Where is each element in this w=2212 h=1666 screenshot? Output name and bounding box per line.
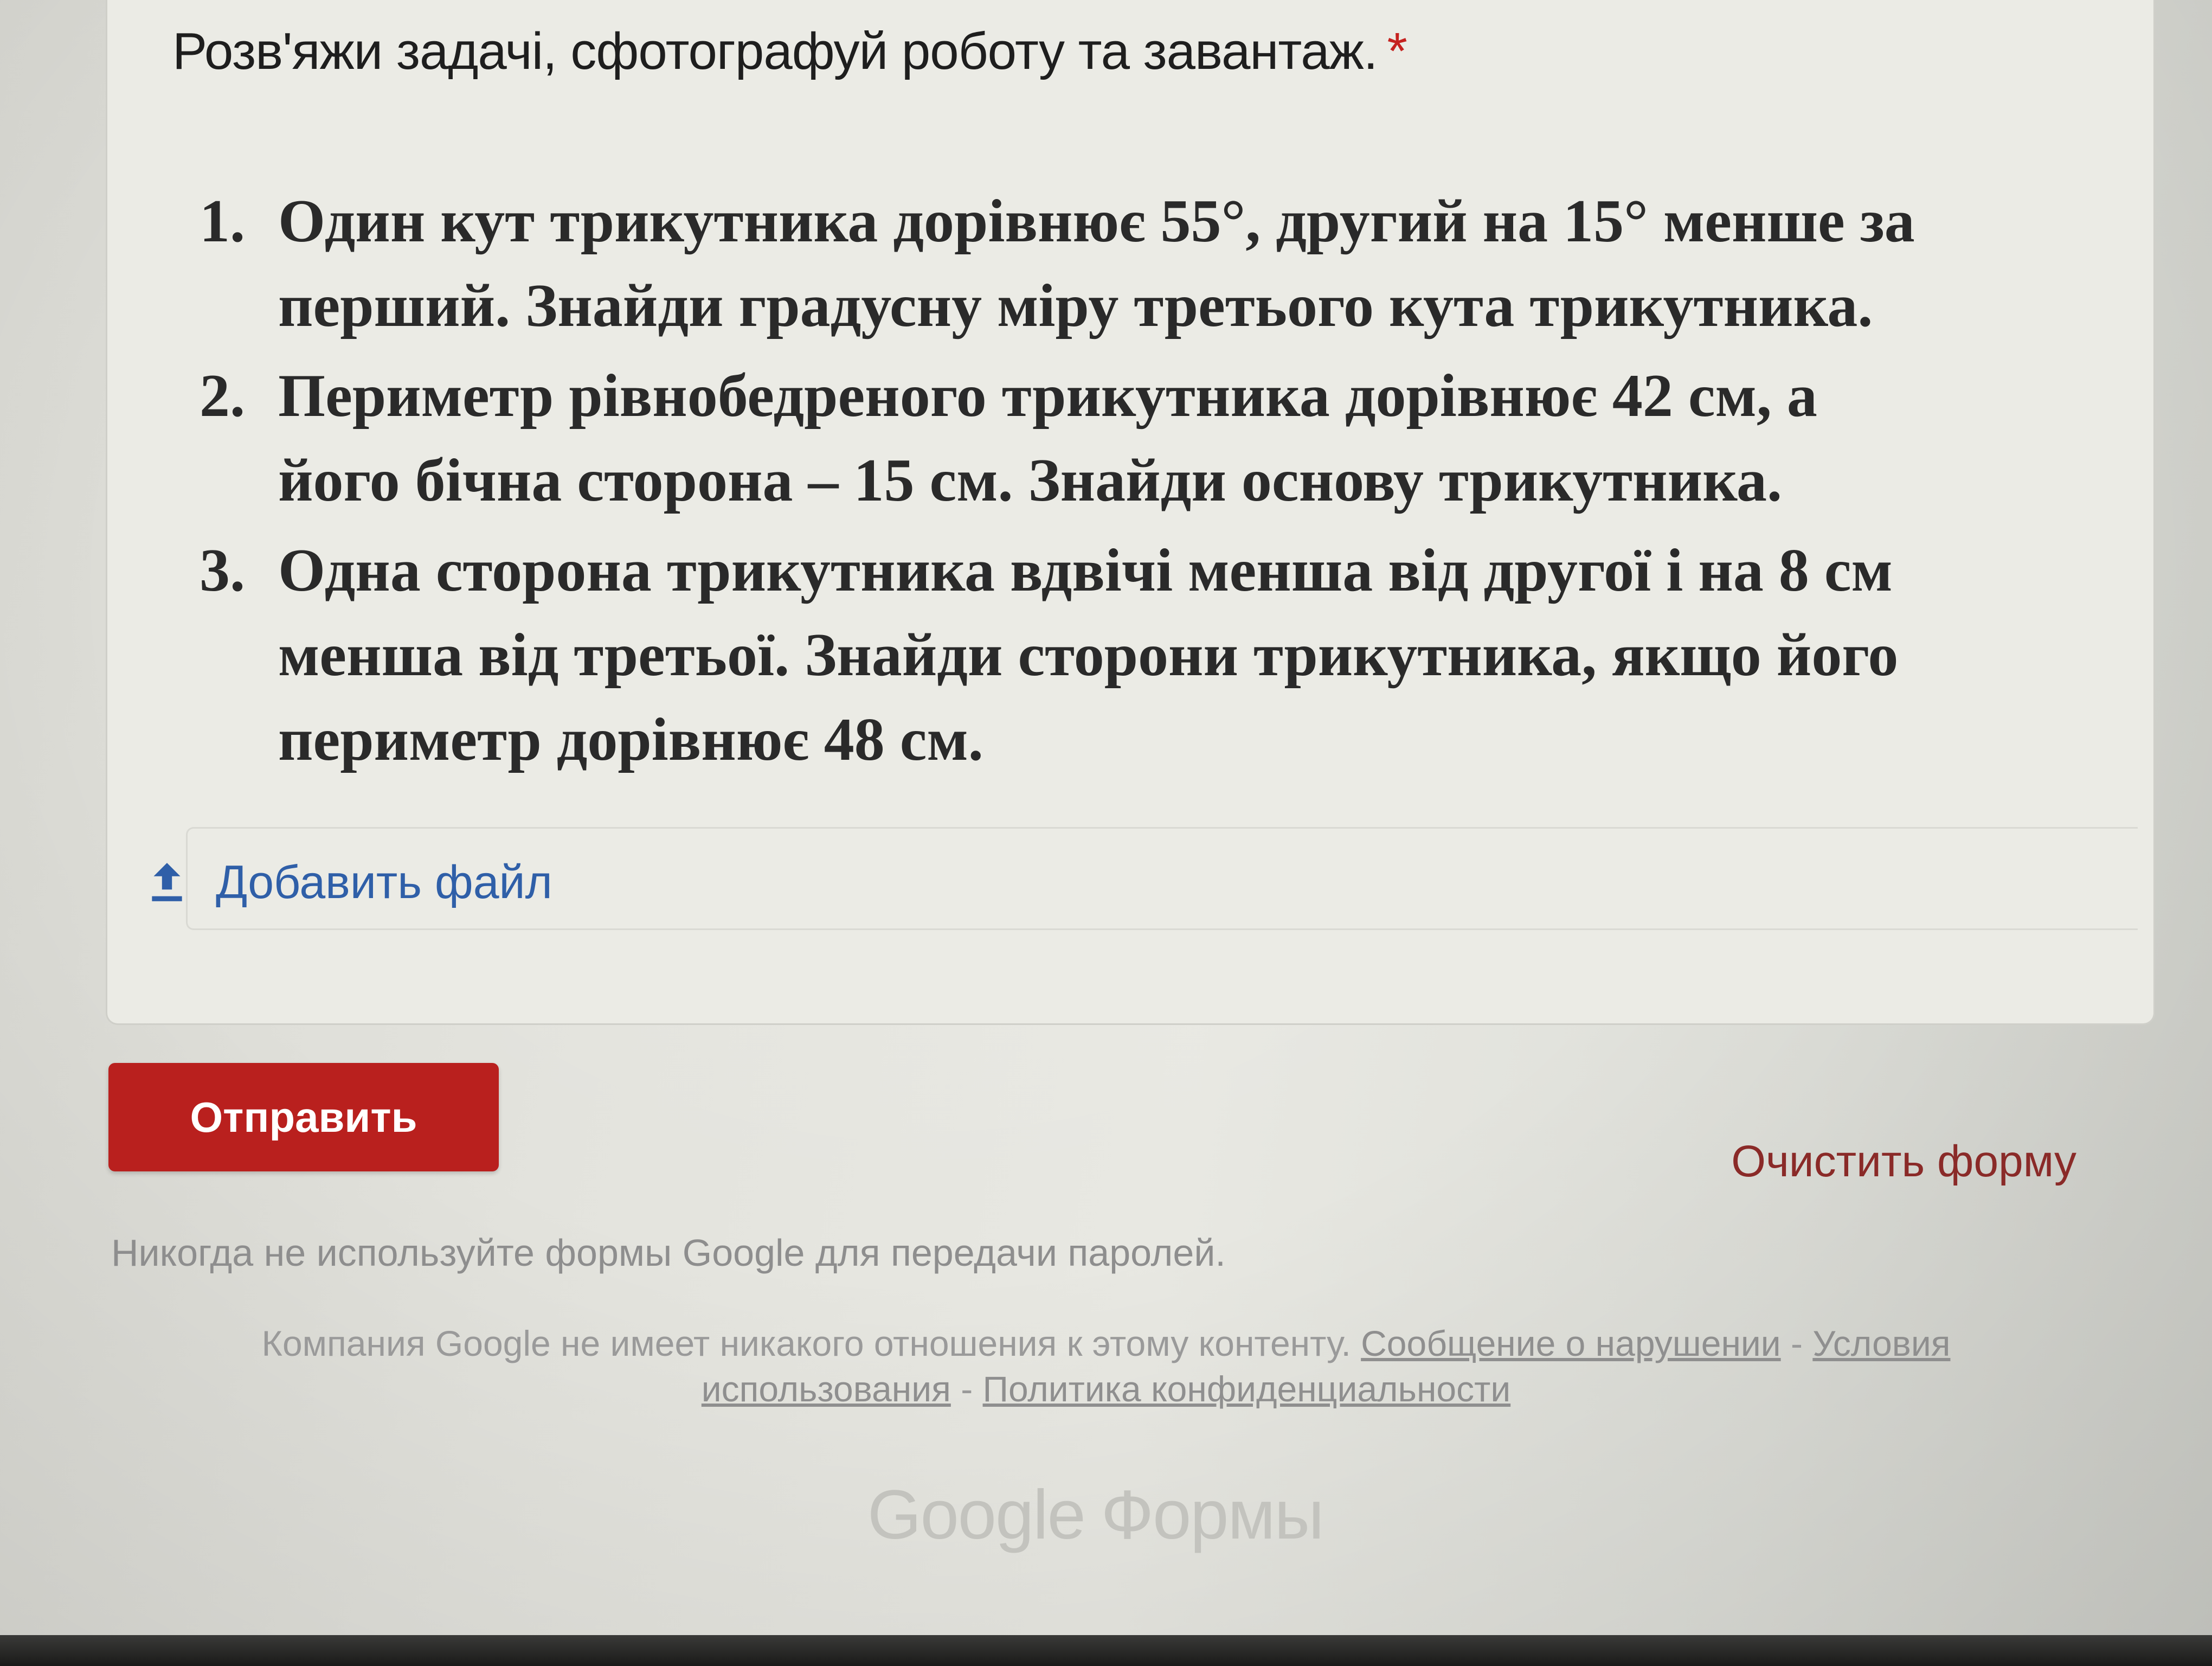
brand-product: Формы [1101,1476,1324,1554]
add-file-label: Добавить файл [216,856,552,908]
task-text-line: перший. Знайди градусну міру третього ку… [278,272,1873,339]
report-abuse-link[interactable]: Сообщение о нарушении [1361,1323,1781,1363]
required-asterisk: * [1387,22,1407,80]
brand-google: Google [867,1476,1086,1554]
submit-button[interactable]: Отправить [108,1063,499,1171]
google-forms-logo[interactable]: Google Формы [867,1475,1324,1555]
upload-icon [152,862,182,901]
add-file-button[interactable]: Добавить файл [146,856,552,909]
disclaimer-text: Компания Google не имеет никакого отноше… [261,1323,1351,1363]
task-number: 1. [200,188,245,255]
task-item-2: 2. Периметр рівнобедреного трикутника до… [200,354,2054,523]
link-separator: - [1791,1323,1803,1363]
question-title: Розв'яжи задачі, сфотографуй роботу та з… [172,22,1407,81]
privacy-link[interactable]: Политика конфиденциальности [983,1369,1511,1409]
task-number: 3. [200,537,245,604]
task-text-line: його бічна сторона – 15 см. Знайди основ… [278,447,1783,514]
clear-form-button[interactable]: Очистить форму [1731,1136,2076,1187]
footer-disclaimer: Компания Google не имеет никакого отноше… [179,1321,2033,1412]
task-number: 2. [200,362,245,430]
task-text-line: Одна сторона трикутника вдвічі менша від… [278,537,1893,604]
task-item-1: 1. Один кут трикутника дорівнює 55°, дру… [200,179,2054,348]
task-item-3: 3. Одна сторона трикутника вдвічі менша … [200,528,2054,782]
screen-bezel [0,1635,2212,1666]
task-text-line: периметр дорівнює 48 см. [278,706,983,773]
link-separator: - [961,1369,973,1409]
task-text-line: Периметр рівнобедреного трикутника дорів… [278,362,1817,430]
task-text-line: Один кут трикутника дорівнює 55°, другий… [278,188,1915,255]
task-text-line: менша від третьої. Знайди сторони трикут… [278,621,1899,689]
task-list: 1. Один кут трикутника дорівнює 55°, дру… [200,179,2054,787]
question-title-text: Розв'яжи задачі, сфотографуй роботу та з… [172,22,1378,80]
password-warning: Никогда не используйте формы Google для … [111,1232,1226,1274]
